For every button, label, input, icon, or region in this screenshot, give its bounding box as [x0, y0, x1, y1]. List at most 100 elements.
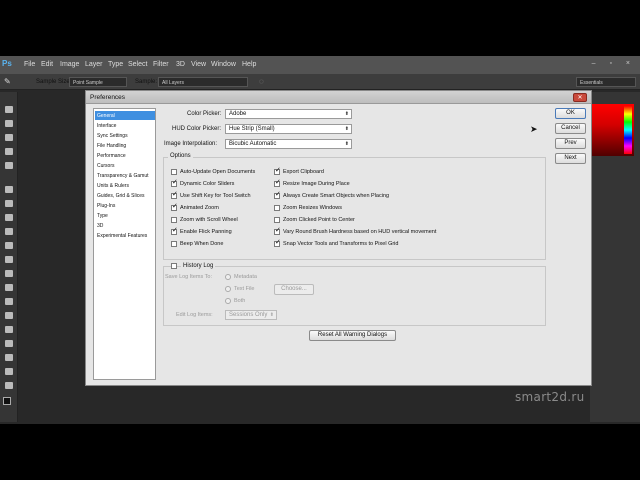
radio-both[interactable] [225, 298, 231, 304]
choose-button[interactable]: Choose... [274, 284, 314, 295]
brush-tool-icon[interactable] [5, 214, 13, 221]
path-select-tool-icon[interactable] [5, 340, 13, 347]
checkbox-auto-update[interactable] [171, 169, 177, 175]
dialog-title-bar[interactable]: Preferences ✕ [86, 91, 591, 104]
menu-3d[interactable]: 3D [176, 61, 185, 68]
checkbox-dynamic-color-sliders[interactable]: ✓ [171, 179, 178, 187]
label-export-clipboard: Export Clipboard [283, 169, 324, 175]
next-button[interactable]: Next [555, 153, 586, 164]
gradient-tool-icon[interactable] [5, 270, 13, 277]
checkbox-zoom-resizes-windows[interactable] [274, 205, 280, 211]
color-picker-select[interactable]: Adobe ⬍ [225, 109, 352, 119]
reset-warning-dialogs-button[interactable]: Reset All Warning Dialogs [309, 330, 396, 341]
stamp-tool-icon[interactable] [5, 228, 13, 235]
crop-tool-icon[interactable] [5, 162, 13, 169]
category-sync-settings[interactable]: Sync Settings [95, 131, 155, 140]
category-plugins[interactable]: Plug-Ins [95, 201, 155, 210]
category-experimental[interactable]: Experimental Features [95, 231, 155, 240]
eyedropper-icon[interactable]: ✎ [4, 77, 11, 86]
menu-filter[interactable]: Filter [153, 61, 169, 68]
checkbox-shift-key[interactable]: ✓ [171, 191, 178, 199]
foreground-color-swatch[interactable] [3, 397, 11, 405]
image-interpolation-label: Image Interpolation: [164, 141, 218, 147]
dodge-tool-icon[interactable] [5, 298, 13, 305]
label-zoom-resizes-windows: Zoom Resizes Windows [283, 205, 342, 211]
label-zoom-scroll-wheel: Zoom with Scroll Wheel [180, 217, 238, 223]
category-transparency[interactable]: Transparency & Gamut [95, 171, 155, 180]
hue-slider[interactable] [624, 106, 632, 154]
lasso-tool-icon[interactable] [5, 134, 13, 141]
prev-button[interactable]: Prev [555, 138, 586, 149]
history-brush-tool-icon[interactable] [5, 242, 13, 249]
hud-color-picker-select[interactable]: Hue Strip (Small) ⬍ [225, 124, 352, 134]
sampling-ring-icon[interactable]: ◌ [259, 77, 264, 86]
category-guides-grid[interactable]: Guides, Grid & Slices [95, 191, 155, 200]
category-3d[interactable]: 3D [95, 221, 155, 230]
checkbox-zoom-scroll-wheel[interactable] [171, 217, 177, 223]
checkbox-beep-when-done[interactable] [171, 241, 177, 247]
radio-metadata[interactable] [225, 274, 231, 280]
save-log-items-label: Save Log Items To: [165, 274, 212, 280]
label-metadata: Metadata [234, 274, 257, 280]
category-list: General Interface Sync Settings File Han… [93, 108, 156, 380]
cancel-button[interactable]: Cancel [555, 123, 586, 134]
radio-text-file[interactable] [225, 286, 231, 292]
chevron-down-icon: ⬍ [344, 141, 349, 147]
eyedropper-tool-icon[interactable] [5, 186, 13, 193]
dialog-title: Preferences [90, 94, 126, 101]
menu-image[interactable]: Image [60, 61, 79, 68]
menu-select[interactable]: Select [128, 61, 147, 68]
checkbox-snap-vector[interactable]: ✓ [274, 239, 281, 247]
label-brush-hardness: Vary Round Brush Hardness based on HUD v… [283, 229, 437, 235]
zoom-tool-icon[interactable] [5, 382, 13, 389]
category-general[interactable]: General [95, 111, 155, 120]
sample-size-select[interactable]: Point Sample [69, 77, 127, 87]
label-beep-when-done: Beep When Done [180, 241, 224, 247]
hand-tool-icon[interactable] [5, 368, 13, 375]
hud-color-picker-value: Hue Strip (Small) [229, 126, 275, 132]
checkbox-resize-image-place[interactable]: ✓ [274, 179, 281, 187]
category-interface[interactable]: Interface [95, 121, 155, 130]
label-zoom-center: Zoom Clicked Point to Center [283, 217, 355, 223]
pen-tool-icon[interactable] [5, 312, 13, 319]
label-auto-update: Auto-Update Open Documents [180, 169, 256, 175]
checkbox-smart-objects[interactable]: ✓ [274, 191, 281, 199]
move-tool-icon[interactable] [5, 106, 13, 113]
shape-tool-icon[interactable] [5, 354, 13, 361]
workspace-switcher[interactable]: Essentials [576, 77, 636, 87]
edit-log-items-select[interactable]: Sessions Only ⬍ [225, 310, 277, 320]
options-bar: ✎ Sample Size: Point Sample Sample: All … [0, 74, 640, 90]
tools-panel [0, 92, 18, 422]
ok-button[interactable]: OK [555, 108, 586, 119]
marquee-tool-icon[interactable] [5, 120, 13, 127]
category-file-handling[interactable]: File Handling [95, 141, 155, 150]
category-performance[interactable]: Performance [95, 151, 155, 160]
type-tool-icon[interactable] [5, 326, 13, 333]
menu-help[interactable]: Help [242, 61, 256, 68]
menu-file[interactable]: File [24, 61, 35, 68]
label-history-log: History Log [181, 263, 216, 269]
category-cursors[interactable]: Cursors [95, 161, 155, 170]
menu-window[interactable]: Window [211, 61, 236, 68]
menu-view[interactable]: View [191, 61, 206, 68]
sample-size-label: Sample Size: [36, 79, 72, 85]
menu-layer[interactable]: Layer [85, 61, 103, 68]
category-units-rulers[interactable]: Units & Rulers [95, 181, 155, 190]
checkbox-history-log[interactable] [171, 263, 177, 269]
eraser-tool-icon[interactable] [5, 256, 13, 263]
image-interpolation-select[interactable]: Bicubic Automatic ⬍ [225, 139, 352, 149]
checkbox-animated-zoom[interactable]: ✓ [171, 203, 178, 211]
checkbox-brush-hardness[interactable]: ✓ [274, 227, 281, 235]
sample-select[interactable]: All Layers [158, 77, 248, 87]
checkbox-flick-panning[interactable]: ✓ [171, 227, 178, 235]
category-type[interactable]: Type [95, 211, 155, 220]
checkbox-export-clipboard[interactable]: ✓ [274, 167, 281, 175]
close-icon[interactable]: ✕ [573, 93, 587, 102]
menu-type[interactable]: Type [108, 61, 123, 68]
window-controls[interactable]: – ▫ × [592, 60, 636, 67]
healing-tool-icon[interactable] [5, 200, 13, 207]
checkbox-zoom-center[interactable] [274, 217, 280, 223]
menu-edit[interactable]: Edit [41, 61, 53, 68]
quick-select-tool-icon[interactable] [5, 148, 13, 155]
blur-tool-icon[interactable] [5, 284, 13, 291]
